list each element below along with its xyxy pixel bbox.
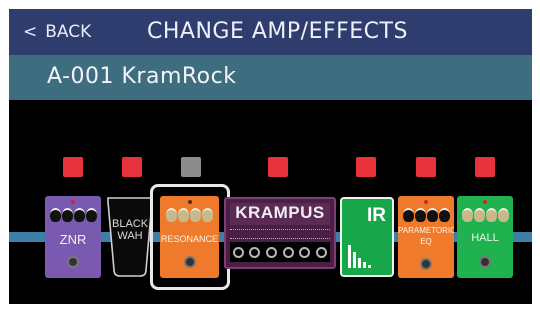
back-label: BACK xyxy=(45,22,92,42)
footswitch-icon xyxy=(183,256,196,268)
effect-pedal-hall[interactable]: HALL xyxy=(457,196,513,278)
effect-pedal-resonance[interactable]: RESONANCE xyxy=(160,196,219,278)
footswitch-icon xyxy=(420,258,432,270)
effect-led-parametric-eq[interactable] xyxy=(416,157,436,177)
effect-pedal-parametric-eq[interactable]: PARAMETORIC EQ xyxy=(398,196,454,278)
chevron-left-icon: < xyxy=(23,22,38,42)
device-screen: < BACK CHANGE AMP/EFFECTS A-001 KramRock… xyxy=(9,9,532,304)
effect-led-black-wah[interactable] xyxy=(122,157,142,177)
back-button[interactable]: < BACK xyxy=(23,18,91,46)
patch-name: A-001 KramRock xyxy=(47,64,237,89)
footswitch-icon xyxy=(479,256,491,268)
footswitch-icon xyxy=(67,256,79,268)
page-title: CHANGE AMP/EFFECTS xyxy=(147,19,408,44)
amp-trim xyxy=(230,229,330,239)
effect-led-ir[interactable] xyxy=(356,157,376,177)
pedal-knobs xyxy=(457,208,513,222)
pedal-label: BLACK WAH xyxy=(112,218,149,242)
pedal-label: PARAMETORIC EQ xyxy=(398,226,454,246)
pedal-label: HALL xyxy=(471,232,499,244)
effect-led-krampus[interactable] xyxy=(268,157,288,177)
pedal-led xyxy=(71,200,75,204)
pedal-label: IR xyxy=(367,205,386,226)
pedal-led xyxy=(483,200,487,204)
pedal-knobs xyxy=(160,208,219,222)
pedal-label: RESONANCE xyxy=(160,234,218,244)
pedal-led xyxy=(424,200,428,204)
effect-block-ir[interactable]: IR xyxy=(340,197,394,277)
amp-krampus[interactable]: KRAMPUS xyxy=(224,197,336,269)
effect-pedal-znr[interactable]: ZNR xyxy=(45,196,101,278)
pedal-knobs xyxy=(398,208,454,222)
effect-led-znr[interactable] xyxy=(63,157,83,177)
header-bar: < BACK CHANGE AMP/EFFECTS xyxy=(9,9,532,55)
effect-led-hall[interactable] xyxy=(475,157,495,177)
effect-pedal-black-wah[interactable]: BLACK WAH xyxy=(106,196,154,278)
pedal-led xyxy=(187,200,192,204)
pedal-knobs xyxy=(45,208,101,222)
impulse-response-icon xyxy=(348,245,371,268)
pedal-label: ZNR xyxy=(59,232,87,247)
amp-label: KRAMPUS xyxy=(235,203,325,222)
amp-knobs xyxy=(230,242,330,262)
patch-bar: A-001 KramRock xyxy=(9,55,532,100)
effect-led-resonance[interactable] xyxy=(181,157,201,177)
